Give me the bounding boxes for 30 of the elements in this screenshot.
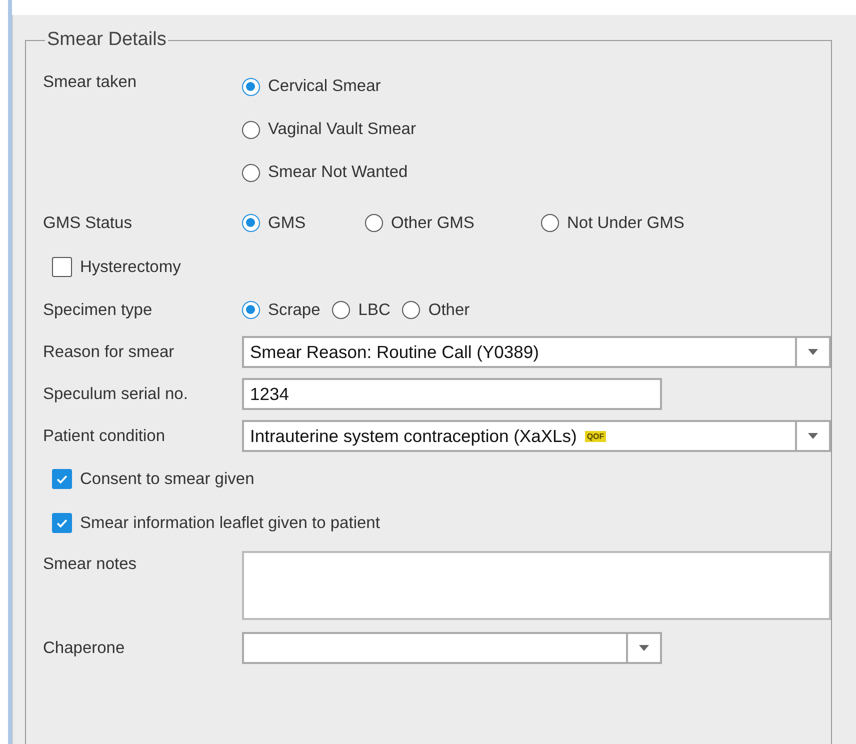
caret-icon bbox=[639, 645, 649, 651]
notes-field[interactable] bbox=[242, 551, 831, 620]
field-label: Speculum serial no. bbox=[43, 384, 189, 404]
input-field[interactable]: 1234 bbox=[242, 378, 662, 410]
radio-option[interactable]: Not Under GMS bbox=[541, 214, 684, 232]
radio-option[interactable]: Scrape bbox=[242, 300, 320, 320]
field-label: Smear notes bbox=[43, 555, 138, 574]
field-label: Specimen type bbox=[43, 300, 154, 320]
dropdown-field[interactable]: Smear Reason: Routine Call (Y0389) bbox=[242, 336, 831, 368]
group-title: Smear Details bbox=[46, 29, 168, 51]
field-label: Reason for smear bbox=[43, 342, 176, 362]
caret-icon bbox=[808, 433, 818, 439]
checkbox-option[interactable]: Consent to smear given bbox=[52, 469, 254, 489]
qof-badge: QOF bbox=[584, 430, 606, 442]
radio-option[interactable]: Smear Not Wanted bbox=[242, 163, 416, 182]
caret-icon bbox=[808, 349, 818, 355]
radio-option[interactable]: GMS bbox=[242, 214, 365, 232]
dropdown-field[interactable]: Intrauterine system contraception (XaXLs) QOF bbox=[242, 420, 831, 452]
radio-option[interactable]: Cervical Smear bbox=[242, 77, 416, 96]
radio-option[interactable]: Other GMS bbox=[365, 214, 541, 232]
radio-option[interactable]: Other bbox=[402, 300, 470, 320]
checkbox-option[interactable]: Hysterectomy bbox=[52, 257, 181, 277]
checkbox-option[interactable]: Smear information leaflet given to patient bbox=[52, 513, 380, 533]
dropdown-field[interactable] bbox=[242, 632, 662, 664]
field-label: GMS Status bbox=[43, 214, 133, 232]
field-label: Smear taken bbox=[43, 73, 138, 92]
field-label: Patient condition bbox=[43, 426, 166, 446]
radio-option[interactable]: Vaginal Vault Smear bbox=[242, 120, 416, 139]
radio-option[interactable]: LBC bbox=[332, 300, 390, 320]
field-label: Chaperone bbox=[43, 638, 126, 658]
